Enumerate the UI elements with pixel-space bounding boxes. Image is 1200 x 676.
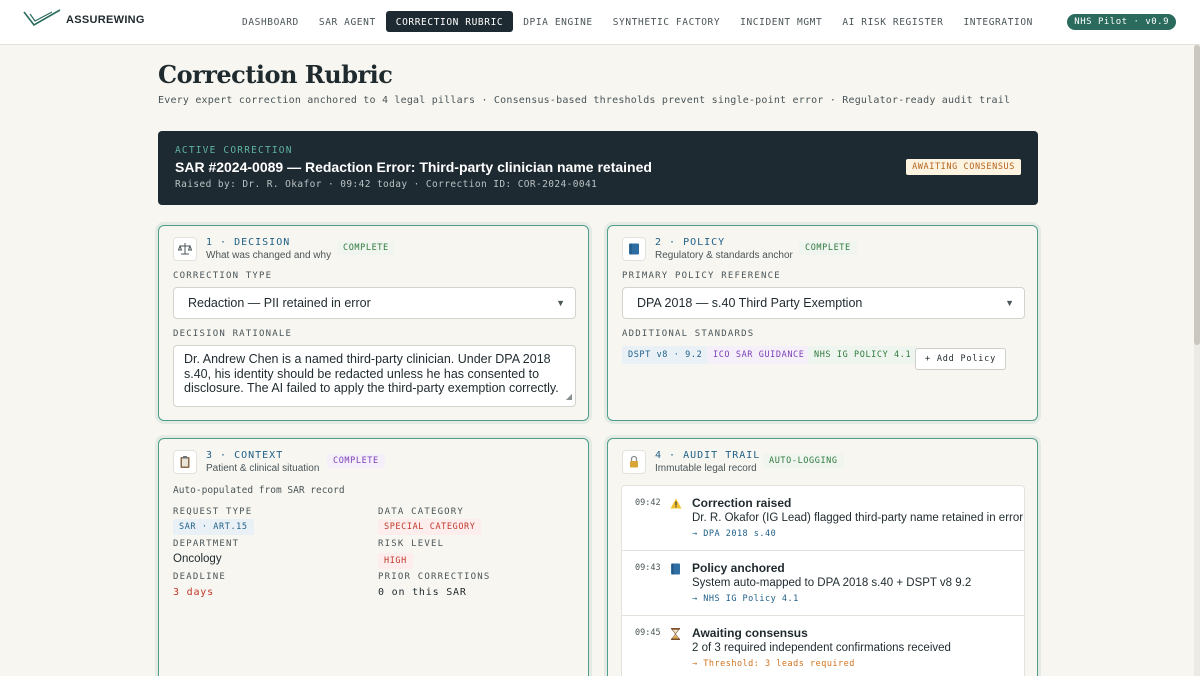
deadline-label: DEADLINE: [173, 572, 226, 582]
lock-icon: [622, 450, 646, 474]
event-reference: → DPA 2018 s.40: [692, 529, 777, 539]
event-title: Policy anchored: [692, 561, 785, 575]
status-badge: AWAITING CONSENSUS: [906, 159, 1021, 175]
risk-level-tag: HIGH: [378, 553, 413, 569]
context-card: 3 · CONTEXT Patient & clinical situation…: [158, 438, 589, 676]
banner-title: SAR #2024-0089 — Redaction Error: Third-…: [175, 159, 652, 175]
prior-corrections-value: 0 on this SAR: [378, 587, 467, 598]
standard-tag-nhs-ig[interactable]: NHS IG POLICY 4.1: [808, 346, 918, 364]
book-icon: [670, 563, 681, 578]
data-category-label: DATA CATEGORY: [378, 507, 465, 517]
event-description: Dr. R. Okafor (IG Lead) flagged third-pa…: [692, 512, 1024, 524]
request-type-label: REQUEST TYPE: [173, 507, 253, 517]
top-navigation-bar: ASSUREWING DASHBOARD SAR AGENT CORRECTIO…: [0, 0, 1200, 45]
active-correction-banner: ACTIVE CORRECTION SAR #2024-0089 — Redac…: [158, 131, 1038, 205]
version-pill: NHS Pilot · v0.9: [1067, 14, 1176, 30]
standard-tag-ico[interactable]: ICO SAR GUIDANCE: [707, 346, 811, 364]
hourglass-icon: [670, 628, 681, 643]
clipboard-icon: [173, 450, 197, 474]
nav-incident-mgmt[interactable]: INCIDENT MGMT: [730, 11, 832, 32]
context-description: Patient & clinical situation: [206, 463, 320, 474]
request-type-tag: SAR · ART.15: [173, 519, 254, 535]
main-nav: DASHBOARD SAR AGENT CORRECTION RUBRIC DP…: [232, 11, 1043, 32]
banner-kicker: ACTIVE CORRECTION: [175, 145, 293, 156]
decision-number: 1 · DECISION: [206, 237, 291, 248]
primary-policy-label: PRIMARY POLICY REFERENCE: [622, 271, 781, 281]
nav-ai-risk-register[interactable]: AI RISK REGISTER: [832, 11, 953, 32]
page-subtitle: Every expert correction anchored to 4 le…: [158, 95, 1011, 106]
chevron-down-icon: ▼: [556, 298, 565, 308]
correction-type-label: CORRECTION TYPE: [173, 271, 273, 281]
add-policy-button[interactable]: + Add Policy: [915, 348, 1007, 370]
event-title: Awaiting consensus: [692, 626, 808, 640]
deadline-value: 3 days: [173, 587, 214, 598]
app-logo[interactable]: ASSUREWING: [22, 8, 144, 28]
policy-description: Regulatory & standards anchor: [655, 250, 793, 261]
event-title: Correction raised: [692, 496, 792, 510]
event-description: 2 of 3 required independent confirmation…: [692, 642, 951, 654]
primary-policy-value: DPA 2018 — s.40 Third Party Exemption: [637, 296, 863, 310]
risk-level-label: RISK LEVEL: [378, 539, 445, 549]
nav-sar-agent[interactable]: SAR AGENT: [309, 11, 386, 32]
additional-standards-label: ADDITIONAL STANDARDS: [622, 329, 755, 339]
nav-correction-rubric[interactable]: CORRECTION RUBRIC: [385, 11, 514, 32]
app-name: ASSUREWING: [66, 14, 145, 26]
nav-dpia-engine[interactable]: DPIA ENGINE: [513, 11, 603, 32]
page-scrollbar-thumb[interactable]: [1194, 45, 1200, 345]
correction-type-select[interactable]: Redaction — PII retained in error ▼: [173, 287, 576, 319]
audit-status-badge: AUTO-LOGGING: [763, 454, 844, 468]
policy-status-badge: COMPLETE: [799, 241, 857, 255]
timeline-event: 09:43 Policy anchored System auto-mapped…: [622, 551, 1024, 616]
book-icon: [622, 237, 646, 261]
primary-policy-select[interactable]: DPA 2018 — s.40 Third Party Exemption ▼: [622, 287, 1025, 319]
standard-tag-dspt[interactable]: DSPT v8 · 9.2: [622, 346, 709, 364]
timeline-event: 09:45 Awaiting consensus 2 of 3 required…: [622, 616, 1024, 676]
nav-synthetic-factory[interactable]: SYNTHETIC FACTORY: [603, 11, 730, 32]
audit-trail-card: 4 · AUDIT TRAIL Immutable legal record A…: [607, 438, 1038, 676]
event-reference: → NHS IG Policy 4.1: [692, 594, 799, 604]
auto-populated-note: Auto-populated from SAR record: [173, 485, 345, 496]
correction-type-value: Redaction — PII retained in error: [188, 296, 371, 310]
event-reference: → Threshold: 3 leads required: [692, 659, 855, 669]
decision-status-badge: COMPLETE: [337, 241, 395, 255]
department-label: DEPARTMENT: [173, 539, 240, 549]
page-title: Correction Rubric: [158, 60, 393, 89]
policy-number: 2 · POLICY: [655, 237, 726, 248]
policy-card: 2 · POLICY Regulatory & standards anchor…: [607, 225, 1038, 421]
prior-corrections-label: PRIOR CORRECTIONS: [378, 572, 491, 582]
decision-rationale-textarea[interactable]: Dr. Andrew Chen is a named third-party c…: [173, 345, 576, 407]
resize-handle-icon[interactable]: ◢: [566, 390, 572, 405]
event-time: 09:43: [635, 563, 661, 573]
context-status-badge: COMPLETE: [327, 454, 385, 468]
audit-number: 4 · AUDIT TRAIL: [655, 450, 761, 461]
department-value: Oncology: [173, 553, 222, 565]
event-description: System auto-mapped to DPA 2018 s.40 + DS…: [692, 577, 972, 589]
scales-icon: [173, 237, 197, 261]
context-number: 3 · CONTEXT: [206, 450, 284, 461]
chevron-down-icon: ▼: [1005, 298, 1014, 308]
nav-integration[interactable]: INTEGRATION: [953, 11, 1043, 32]
banner-meta: Raised by: Dr. R. Okafor · 09:42 today ·…: [175, 179, 598, 190]
decision-card: 1 · DECISION What was changed and why CO…: [158, 225, 589, 421]
audit-timeline: 09:42 Correction raised Dr. R. Okafor (I…: [621, 485, 1025, 676]
wing-logo-icon: [23, 9, 61, 27]
decision-rationale-label: DECISION RATIONALE: [173, 329, 293, 339]
audit-description: Immutable legal record: [655, 463, 757, 474]
nav-dashboard[interactable]: DASHBOARD: [232, 11, 309, 32]
warning-icon: [670, 498, 682, 512]
decision-rationale-text: Dr. Andrew Chen is a named third-party c…: [184, 352, 559, 395]
event-time: 09:45: [635, 628, 661, 638]
event-time: 09:42: [635, 498, 661, 508]
data-category-tag: SPECIAL CATEGORY: [378, 519, 482, 535]
decision-description: What was changed and why: [206, 250, 332, 261]
timeline-event: 09:42 Correction raised Dr. R. Okafor (I…: [622, 486, 1024, 551]
